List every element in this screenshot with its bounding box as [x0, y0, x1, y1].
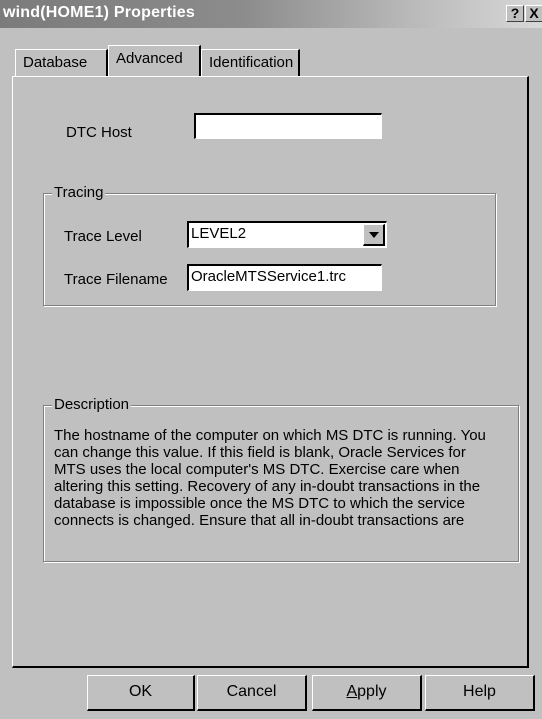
- description-group-title: Description: [52, 396, 132, 413]
- trace-level-value: LEVEL2: [191, 225, 247, 242]
- close-icon[interactable]: X: [525, 5, 542, 22]
- help-button[interactable]: Help: [425, 675, 535, 711]
- apply-mnemonic: A: [346, 683, 358, 700]
- trace-level-label: Trace Level: [64, 228, 142, 245]
- description-text: The hostname of the computer on which MS…: [54, 427, 486, 529]
- cancel-button[interactable]: Cancel: [197, 675, 307, 711]
- tab-identification[interactable]: Identification: [201, 49, 300, 76]
- dtc-host-label: DTC Host: [66, 124, 132, 141]
- title-bar[interactable]: wind(HOME1) Properties ? X: [0, 0, 542, 28]
- tab-database[interactable]: Database: [15, 49, 108, 76]
- trace-filename-input[interactable]: OracleMTSService1.trc: [187, 264, 382, 291]
- tab-panel-advanced: [12, 76, 529, 668]
- chevron-down-icon[interactable]: [363, 224, 385, 246]
- trace-level-select[interactable]: LEVEL2: [187, 221, 387, 248]
- apply-button[interactable]: Apply: [312, 675, 422, 711]
- dtc-host-input[interactable]: [194, 113, 382, 139]
- trace-filename-label: Trace Filename: [64, 271, 168, 288]
- tab-advanced[interactable]: Advanced: [108, 45, 201, 76]
- properties-dialog: wind(HOME1) Properties ? X Database Adva…: [0, 0, 542, 719]
- apply-label: pply: [357, 683, 387, 700]
- tracing-group-title: Tracing: [52, 184, 106, 201]
- ok-button[interactable]: OK: [87, 675, 195, 711]
- help-icon[interactable]: ?: [506, 5, 524, 22]
- window-title: wind(HOME1) Properties: [3, 4, 195, 21]
